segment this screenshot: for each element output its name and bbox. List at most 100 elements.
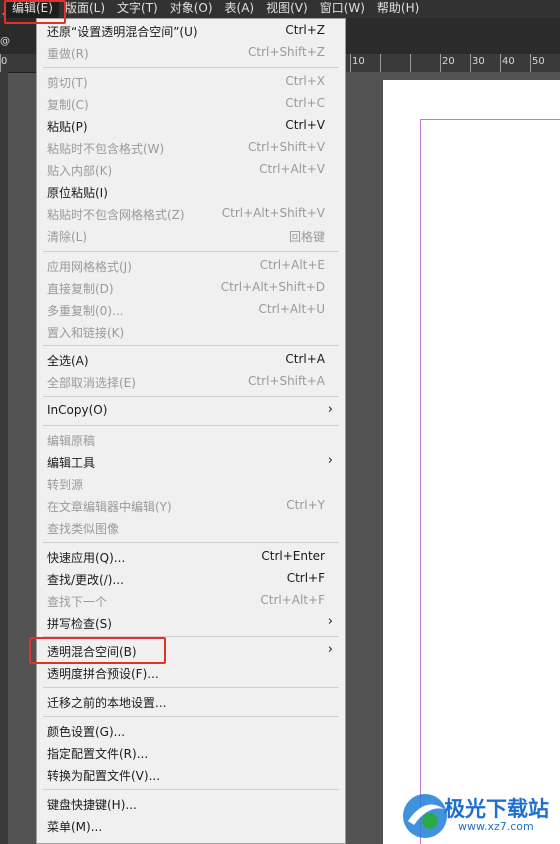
menu-item-place-and-link[interactable]: 置入和链接(K) <box>37 321 345 343</box>
ruler-label: 40 <box>502 56 515 67</box>
menu-separator <box>43 67 339 68</box>
menu-item-label: 置入和链接(K) <box>47 326 125 340</box>
ruler-tick <box>530 54 531 72</box>
menu-item-shortcut: Ctrl+V <box>285 118 325 132</box>
menu-object[interactable]: 对象(O) <box>164 0 219 18</box>
menu-table[interactable]: 表(A) <box>219 0 261 18</box>
menu-item-paste-into[interactable]: 贴入内部(K) Ctrl+Alt+V <box>37 159 345 181</box>
menu-item-edit-with[interactable]: 编辑工具 › <box>37 451 345 473</box>
menu-item-paste-without-formatting[interactable]: 粘贴时不包含格式(W) Ctrl+Shift+V <box>37 137 345 159</box>
menu-separator <box>43 345 339 346</box>
menu-item-label: 菜单(M)... <box>47 820 103 834</box>
menu-item-shortcut: Ctrl+Alt+V <box>259 162 325 176</box>
menu-item-cut[interactable]: 剪切(T) Ctrl+X <box>37 71 345 93</box>
ruler-tick <box>410 54 411 72</box>
menu-item-find-change[interactable]: 查找/更改(/)... Ctrl+F <box>37 568 345 590</box>
chevron-right-icon: › <box>327 402 333 417</box>
menu-item-shortcut: Ctrl+Y <box>286 498 325 512</box>
menu-item-label: 原位粘贴(I) <box>47 186 108 200</box>
menu-item-color-settings[interactable]: 颜色设置(G)... <box>37 720 345 742</box>
ruler-tick <box>0 54 1 72</box>
menu-type[interactable]: 文字(T) <box>111 0 164 18</box>
menu-item-edit-in-story-editor[interactable]: 在文章编辑器中编辑(Y) Ctrl+Y <box>37 495 345 517</box>
watermark-logo-icon <box>403 794 447 838</box>
menu-item-spelling[interactable]: 拼写检查(S) › <box>37 612 345 634</box>
chevron-right-icon: › <box>327 614 333 629</box>
menu-item-incopy[interactable]: InCopy(O) › <box>37 400 345 422</box>
menu-item-label: 清除(L) <box>47 230 88 244</box>
watermark: 极光下载站 www.xz7.com <box>400 783 560 844</box>
menu-item-assign-profiles[interactable]: 指定配置文件(R)... <box>37 742 345 764</box>
menu-item-shortcut: Ctrl+C <box>285 96 325 110</box>
menu-separator <box>43 716 339 717</box>
menu-view[interactable]: 视图(V) <box>260 0 314 18</box>
menu-item-shortcut: Ctrl+Alt+E <box>259 258 325 272</box>
chevron-right-icon: › <box>327 642 333 657</box>
menu-item-transparency-blend-space[interactable]: 透明混合空间(B) › <box>37 640 345 662</box>
menu-item-label: 多重复制(0)... <box>47 304 124 318</box>
menu-item-label: 拼写检查(S) <box>47 617 112 631</box>
menu-bar: j 编辑(E) 版面(L) 文字(T) 对象(O) 表(A) 视图(V) 窗口(… <box>0 0 560 18</box>
menu-item-shortcut: Ctrl+Enter <box>261 549 325 563</box>
menu-help[interactable]: 帮助(H) <box>371 0 425 18</box>
menu-item-transparency-flattener-presets[interactable]: 透明度拼合预设(F)... <box>37 662 345 684</box>
menu-item-go-to-source[interactable]: 转到源 <box>37 473 345 495</box>
menu-item-label: 编辑工具 <box>47 456 96 470</box>
tab-symbol: @ <box>0 36 10 47</box>
menu-item-label: 转到源 <box>47 478 84 492</box>
menu-item-redo[interactable]: 重做(R) Ctrl+Shift+Z <box>37 42 345 64</box>
menu-item-label: 应用网格格式(J) <box>47 260 132 274</box>
menu-item-label: 还原“设置透明混合空间”(U) <box>47 25 198 39</box>
menu-item-shortcut: Ctrl+Alt+U <box>258 302 326 316</box>
menu-item-migrate-local-settings[interactable]: 迁移之前的本地设置... <box>37 691 345 713</box>
menu-item-shortcut: Ctrl+X <box>285 74 325 88</box>
menu-item-label: 粘贴时不包含格式(W) <box>47 142 165 156</box>
menu-item-step-and-repeat[interactable]: 多重复制(0)... Ctrl+Alt+U <box>37 299 345 321</box>
menu-item-label: 指定配置文件(R)... <box>47 747 149 761</box>
menu-item-copy[interactable]: 复制(C) Ctrl+C <box>37 93 345 115</box>
menu-item-apply-grid-format[interactable]: 应用网格格式(J) Ctrl+Alt+E <box>37 255 345 277</box>
menu-item-label: 复制(C) <box>47 98 89 112</box>
menu-item-label: 直接复制(D) <box>47 282 114 296</box>
watermark-url: www.xz7.com <box>458 820 534 833</box>
menu-separator <box>43 396 339 397</box>
menu-item-label: 查找下一个 <box>47 595 108 609</box>
menu-item-paste-in-place[interactable]: 原位粘贴(I) <box>37 181 345 203</box>
menu-item-clear[interactable]: 清除(L) 回格键 <box>37 225 345 247</box>
menu-item-label: 剪切(T) <box>47 76 88 90</box>
menu-window[interactable]: 窗口(W) <box>314 0 371 18</box>
menu-separator <box>43 687 339 688</box>
menu-edit[interactable]: 编辑(E) <box>6 0 59 18</box>
menu-separator <box>43 542 339 543</box>
menu-item-label: 查找/更改(/)... <box>47 573 124 587</box>
menu-item-label: 粘贴(P) <box>47 120 88 134</box>
menu-item-convert-to-profile[interactable]: 转换为配置文件(V)... <box>37 764 345 786</box>
ruler-tick <box>440 54 441 72</box>
vertical-ruler[interactable] <box>0 72 8 844</box>
menu-item-edit-original[interactable]: 编辑原稿 <box>37 429 345 451</box>
menu-item-label: 贴入内部(K) <box>47 164 113 178</box>
menu-item-keyboard-shortcuts[interactable]: 键盘快捷键(H)... <box>37 793 345 815</box>
menu-item-shortcut: Ctrl+Alt+Shift+V <box>221 206 325 220</box>
menu-item-paste[interactable]: 粘贴(P) Ctrl+V <box>37 115 345 137</box>
menu-layout[interactable]: 版面(L) <box>59 0 111 18</box>
menu-item-find-similar-images[interactable]: 查找类似图像 <box>37 517 345 539</box>
menu-item-undo[interactable]: 还原“设置透明混合空间”(U) Ctrl+Z <box>37 20 345 42</box>
ruler-label: 10 <box>352 56 365 67</box>
menu-item-label: 粘贴时不包含网格格式(Z) <box>47 208 185 222</box>
menu-item-label: 键盘快捷键(H)... <box>47 798 137 812</box>
edit-menu-dropdown: 还原“设置透明混合空间”(U) Ctrl+Z 重做(R) Ctrl+Shift+Z 剪切… <box>36 18 346 844</box>
menu-item-label: 迁移之前的本地设置... <box>47 696 167 710</box>
menu-item-paste-without-grid-format[interactable]: 粘贴时不包含网格格式(Z) Ctrl+Alt+Shift+V <box>37 203 345 225</box>
menu-separator <box>43 251 339 252</box>
menu-item-shortcut: Ctrl+Alt+F <box>260 593 325 607</box>
menu-item-label: 快速应用(Q)... <box>47 551 126 565</box>
menu-item-select-all[interactable]: 全选(A) Ctrl+A <box>37 349 345 371</box>
menu-item-duplicate[interactable]: 直接复制(D) Ctrl+Alt+Shift+D <box>37 277 345 299</box>
menu-item-deselect-all[interactable]: 全部取消选择(E) Ctrl+Shift+A <box>37 371 345 393</box>
menu-item-find-next[interactable]: 查找下一个 Ctrl+Alt+F <box>37 590 345 612</box>
menu-item-label: 编辑原稿 <box>47 434 96 448</box>
menu-item-menus[interactable]: 菜单(M)... <box>37 815 345 837</box>
menu-item-quick-apply[interactable]: 快速应用(Q)... Ctrl+Enter <box>37 546 345 568</box>
chevron-right-icon: › <box>327 453 333 468</box>
